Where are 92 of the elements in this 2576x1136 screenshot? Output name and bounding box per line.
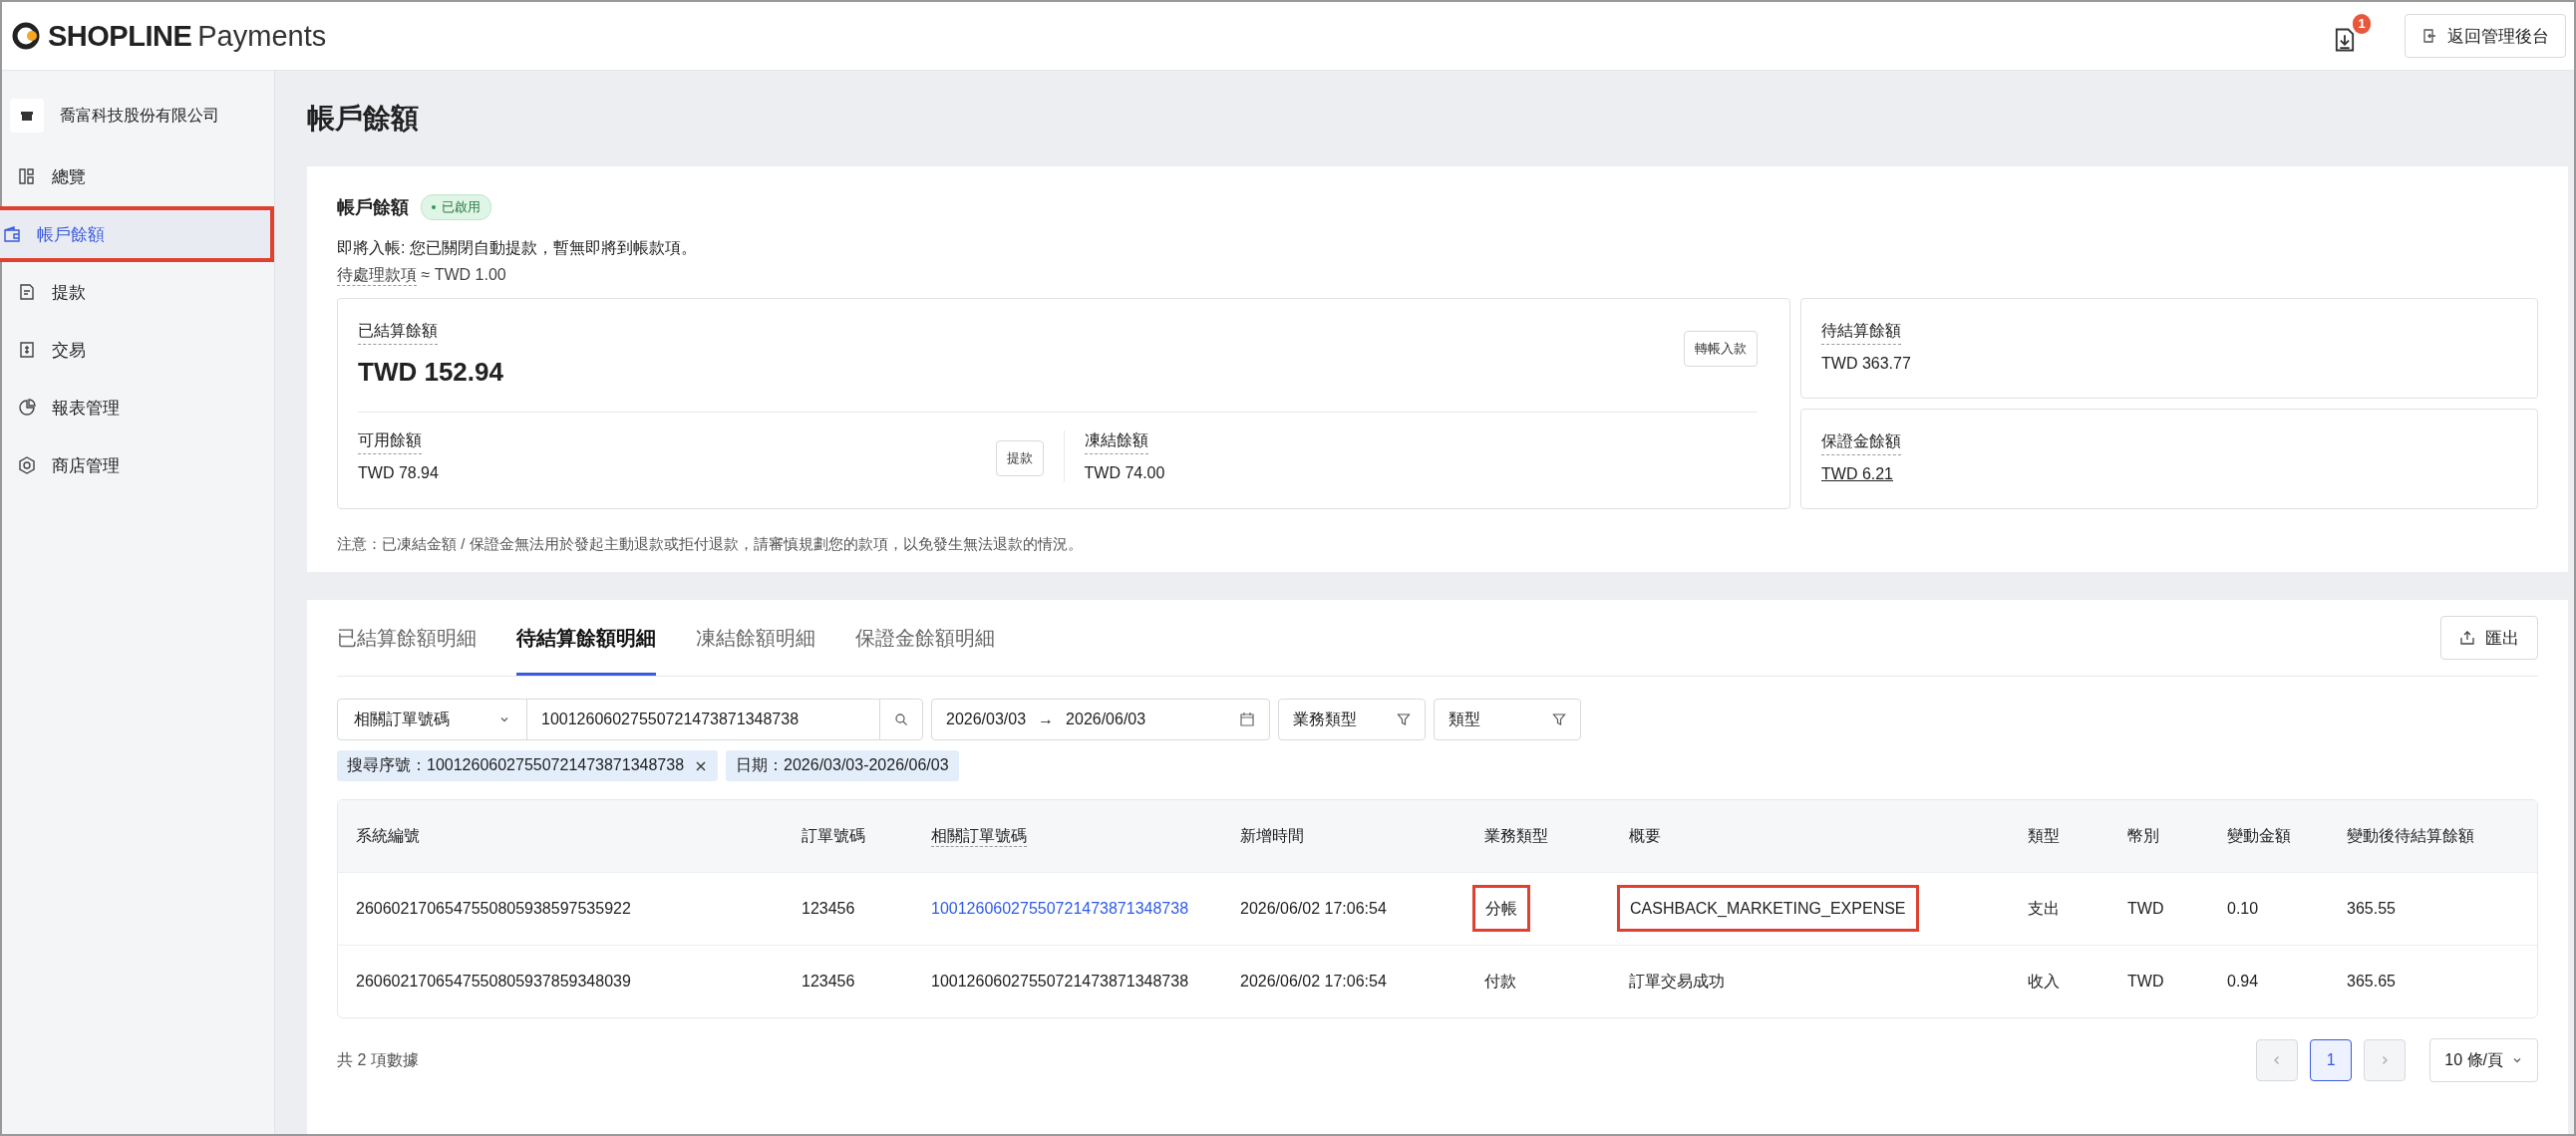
chip-text: 搜尋序號：10012606027550721473871348738 (347, 755, 685, 775)
menu-item-icon (18, 283, 36, 301)
table-cell: 支出 (2028, 899, 2060, 917)
deposit-amount-link[interactable]: TWD 6.21 (1821, 465, 2517, 483)
withdraw-button[interactable]: 提款 (995, 440, 1044, 476)
column-header: 新增時間 (1240, 826, 1304, 844)
sidebar-item[interactable]: 商店管理 (2, 437, 274, 493)
balance-label: 保證金餘額 (1821, 431, 1901, 455)
column-header: 相關訂單號碼 (931, 826, 1027, 847)
balance-label: 凍結餘額 (1084, 430, 1148, 454)
company-name: 喬富科技股份有限公司 (60, 105, 219, 126)
balance-amount: TWD 78.94 (358, 464, 439, 482)
sidebar-item[interactable]: 總覽 (2, 148, 274, 204)
incoming-note: 即將入帳: 您已關閉自動提款，暫無即將到帳款項。 (337, 238, 698, 258)
search-type-select[interactable]: 相關訂單號碼 (338, 700, 527, 739)
sidebar-item[interactable]: 報表管理 (2, 380, 274, 435)
search-icon (894, 712, 908, 726)
next-page-button[interactable] (2364, 1039, 2407, 1081)
table-cell: 2026/06/02 17:06:54 (1240, 973, 1387, 990)
filter-icon (1552, 712, 1566, 726)
table-cell: 訂單交易成功 (1629, 972, 1725, 990)
search-field[interactable]: 10012606027550721473871348738 (527, 700, 880, 739)
table-cell: CASHBACK_MARKETING_EXPENSE (1617, 885, 1919, 932)
table-cell: 2606021706547550805938597535922 (356, 900, 631, 917)
balance-amount: TWD 74.00 (1084, 464, 1165, 482)
menu-item-icon (18, 456, 36, 474)
balance-label: 待結算餘額 (1821, 321, 1901, 345)
sidebar-item[interactable]: 提款 (2, 264, 274, 320)
upload-icon (2459, 630, 2475, 646)
page-button[interactable]: 1 (2310, 1039, 2353, 1081)
column-header: 業務類型 (1484, 826, 1548, 844)
business-type-filter[interactable]: 業務類型 (1278, 699, 1426, 740)
table-cell: 365.55 (2347, 900, 2396, 917)
filter-icon (1397, 712, 1411, 726)
type-filter[interactable]: 類型 (1434, 699, 1581, 740)
store-icon (10, 99, 44, 133)
column-header: 概要 (1629, 826, 1661, 844)
chip-text: 日期：2026/03/03-2026/06/03 (736, 755, 949, 775)
table-cell: 付款 (1484, 972, 1516, 990)
balance-label: 已結算餘額 (358, 321, 438, 345)
sidebar-item[interactable]: 交易 (2, 322, 274, 378)
table-cell: 2026/06/02 17:06:54 (1240, 900, 1387, 917)
tab[interactable]: 凍結餘額明細 (696, 600, 815, 676)
sidebar-item[interactable]: 帳戶餘額 (0, 206, 274, 262)
balance-amount: TWD 152.94 (358, 357, 503, 388)
column-header: 訂單號碼 (802, 826, 865, 844)
pending-label: 待處理款項 (337, 266, 417, 286)
export-button[interactable]: 匯出 (2440, 616, 2538, 660)
previous-page-button[interactable] (2256, 1039, 2299, 1081)
table-cell: 收入 (2028, 972, 2060, 990)
order-link[interactable]: 10012606027550721473871348738 (931, 900, 1189, 917)
calendar-icon (1239, 711, 1255, 727)
total-count: 共 2 項數據 (337, 1049, 419, 1070)
column-header: 變動後待結算餘額 (2347, 826, 2474, 844)
balance-amount: TWD 363.77 (1821, 355, 1912, 373)
table-cell: 10012606027550721473871348738 (931, 973, 1189, 990)
table-cell: TWD (2127, 973, 2164, 990)
pending-value: ≈ TWD 1.00 (421, 266, 506, 283)
tab[interactable]: 已結算餘額明細 (337, 600, 477, 676)
column-header: 變動金額 (2227, 826, 2291, 844)
table-cell: 365.65 (2347, 973, 2396, 990)
menu-item-icon (18, 399, 36, 417)
table-cell: 分帳 (1472, 884, 1530, 932)
tab[interactable]: 保證金餘額明細 (855, 600, 995, 676)
notification-badge: 1 (2353, 14, 2371, 34)
transfer-button[interactable]: 轉帳入款 (1684, 331, 1758, 367)
table-cell: TWD (2127, 900, 2164, 917)
page-title: 帳戶餘額 (307, 102, 420, 136)
menu-item-icon (3, 225, 21, 243)
date-range-field[interactable]: 2026/03/03 → 2026/06/03 (931, 699, 1270, 740)
tab[interactable]: 待結算餘額明細 (516, 600, 656, 676)
column-header: 系統編號 (356, 826, 420, 844)
back-button[interactable]: 返回管理後台 (2405, 14, 2566, 58)
table-cell: 0.94 (2227, 973, 2259, 990)
product-name: Payments (197, 19, 327, 53)
page-size-select[interactable]: 10 條/頁 (2429, 1038, 2538, 1082)
table-cell: 123456 (802, 973, 855, 990)
column-header: 幣別 (2127, 826, 2159, 844)
column-header: 類型 (2028, 826, 2060, 844)
logo-icon (12, 21, 42, 51)
menu-item-icon (18, 167, 36, 185)
card-title: 帳戶餘額 (337, 196, 409, 219)
status-badge: 已啟用 (421, 194, 491, 220)
exit-icon (2421, 28, 2437, 44)
table-cell: 123456 (802, 900, 855, 917)
download-button[interactable]: 1 (2327, 14, 2371, 58)
table-cell: 2606021706547550805937859348039 (356, 973, 631, 990)
balance-label: 可用餘額 (358, 430, 422, 454)
menu-item-icon (18, 341, 36, 359)
brand-name: SHOPLINE (48, 19, 192, 53)
table-cell: 0.10 (2227, 900, 2259, 917)
notice-text: 注意：已凍結金額 / 保證金無法用於發起主動退款或拒付退款，請審慎規劃您的款項，以免發生無法退款的情況。 (337, 535, 1084, 554)
